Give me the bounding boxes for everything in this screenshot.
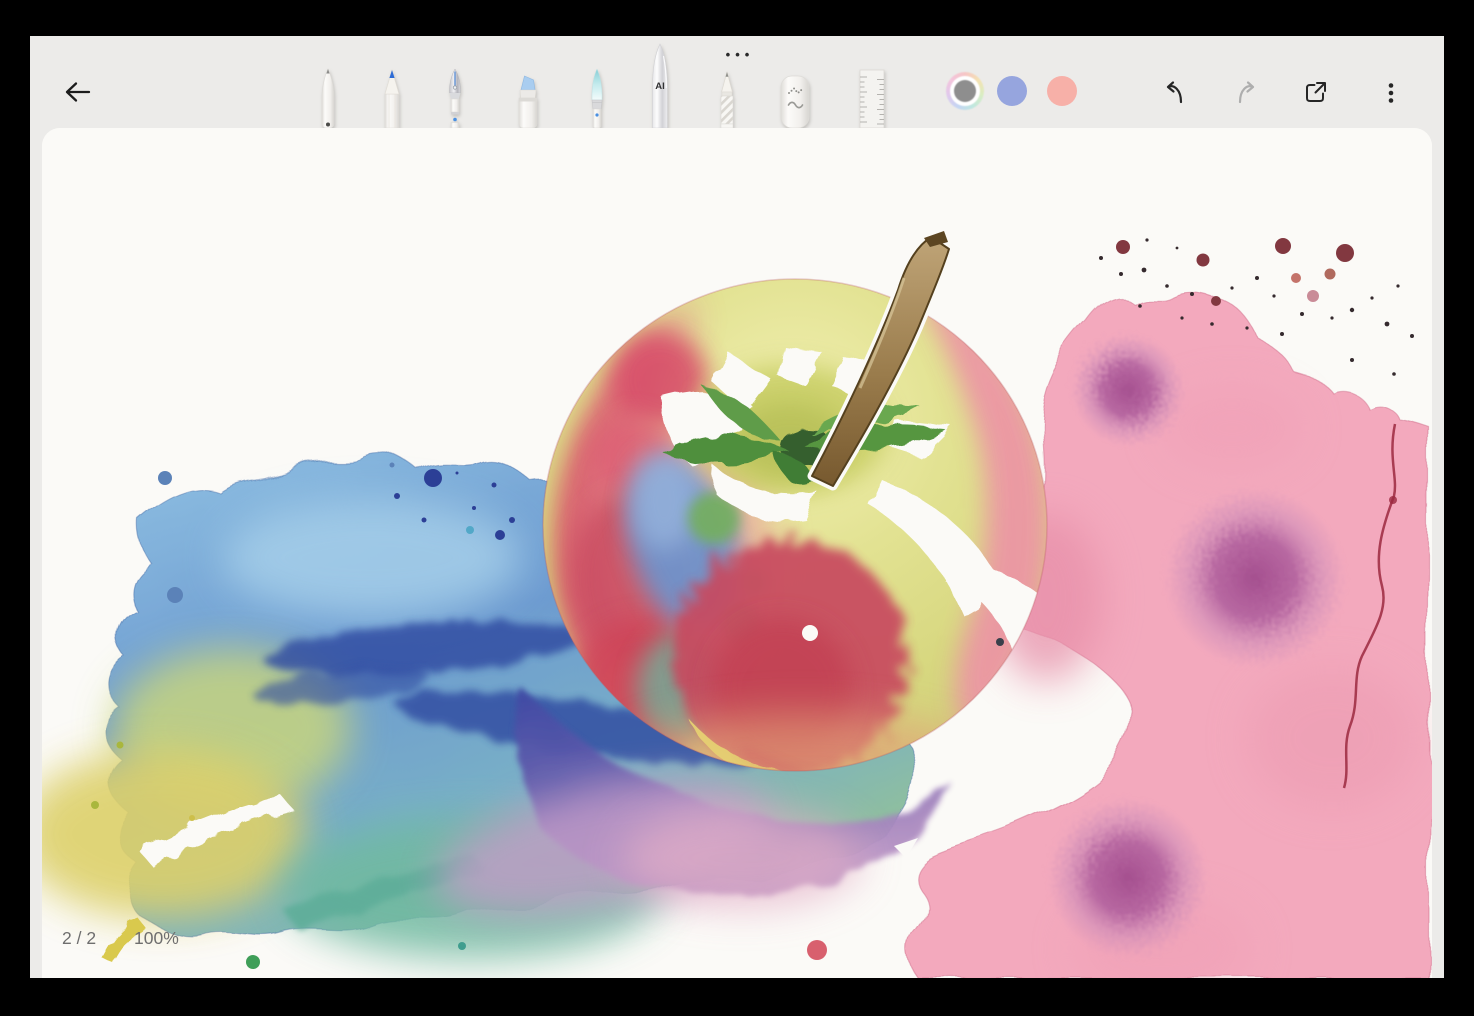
redo-arrow-icon <box>1233 79 1261 107</box>
tool-fountain-pen[interactable] <box>450 69 461 128</box>
back-button[interactable] <box>58 76 98 110</box>
color-swatch-picker[interactable] <box>946 72 984 110</box>
undo-arrow-icon <box>1160 79 1188 107</box>
open-in-new-icon <box>1301 79 1329 107</box>
tool-ruler[interactable] <box>860 70 884 128</box>
tool-pencil[interactable] <box>385 70 399 128</box>
more-options-button[interactable] <box>1377 79 1405 107</box>
ai-pen-label: AI <box>655 81 665 92</box>
small-dark-speck <box>996 638 1004 646</box>
drawing-canvas[interactable]: 2 / 2 100% <box>42 128 1432 978</box>
swatch-gray-core <box>954 80 976 102</box>
color-swatch-salmon[interactable] <box>1047 76 1077 106</box>
toolbar: AI ••• <box>30 36 1444 128</box>
tool-highlighter[interactable] <box>519 76 537 128</box>
tool-ballpoint-pen[interactable] <box>322 69 334 128</box>
tool-textured-pen[interactable] <box>721 72 733 128</box>
screen: { "app": { "frame_color": "#000000", "ch… <box>0 0 1474 1016</box>
arrow-left-icon <box>62 79 94 105</box>
color-swatch-periwinkle[interactable] <box>997 76 1027 106</box>
swatch-ring-inner <box>950 76 980 106</box>
red-paint-dot <box>807 940 827 960</box>
artwork-watercolor-apple <box>42 128 1432 978</box>
tool-paint-brush[interactable] <box>592 69 602 128</box>
tool-eraser[interactable] <box>781 76 809 128</box>
pen-tool-tray: AI <box>280 36 930 128</box>
share-button[interactable] <box>1301 79 1329 107</box>
kebab-menu-icon <box>1377 79 1405 107</box>
tool-ai-pen[interactable]: AI <box>653 44 668 128</box>
more-tools-indicator: ••• <box>718 47 762 62</box>
drawing-app-window: AI ••• <box>30 36 1444 978</box>
redo-button[interactable] <box>1233 79 1261 107</box>
undo-button[interactable] <box>1160 79 1188 107</box>
